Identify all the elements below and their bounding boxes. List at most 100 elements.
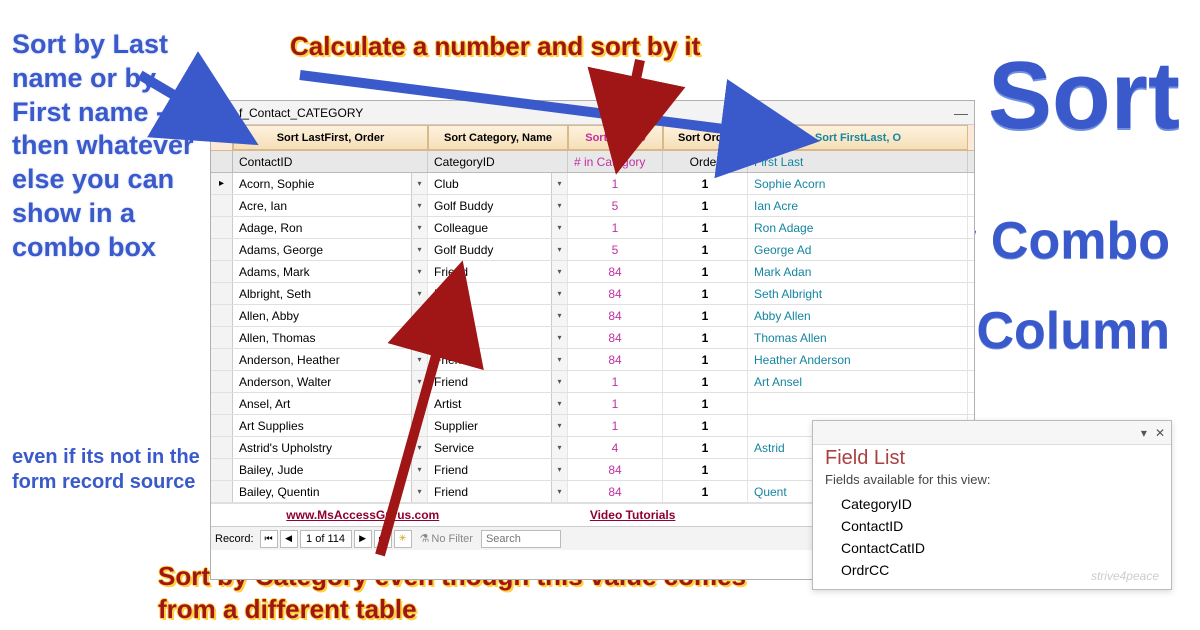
cell-category[interactable]: Friend▾ — [428, 349, 568, 370]
cell-order[interactable]: 1 — [663, 459, 748, 480]
cell-order[interactable]: 1 — [663, 393, 748, 414]
chevron-down-icon[interactable]: ▾ — [411, 393, 427, 414]
nav-prev-button[interactable]: ◀ — [280, 530, 298, 548]
chevron-down-icon[interactable]: ▾ — [551, 459, 567, 480]
chevron-down-icon[interactable]: ▾ — [551, 195, 567, 216]
cell-category[interactable]: Friend▾ — [428, 261, 568, 282]
nav-new-button[interactable]: ✳ — [394, 530, 412, 548]
cell-contact[interactable]: Allen, Thomas▾ — [233, 327, 428, 348]
nav-first-button[interactable]: ⏮ — [260, 530, 278, 548]
nav-next-button[interactable]: ▶ — [354, 530, 372, 548]
row-selector[interactable] — [211, 239, 233, 260]
sort-catco-button[interactable]: Sort Cat Co — [568, 125, 663, 150]
chevron-down-icon[interactable]: ▾ — [551, 327, 567, 348]
chevron-down-icon[interactable]: ▾ — [411, 217, 427, 238]
row-selector[interactable] — [211, 195, 233, 216]
table-row[interactable]: Adams, Mark▾Friend▾841Mark Adan — [211, 261, 974, 283]
window-minimize-icon[interactable]: — — [954, 105, 968, 121]
cell-order[interactable]: 1 — [663, 173, 748, 194]
chevron-down-icon[interactable]: ▾ — [551, 261, 567, 282]
cell-order[interactable]: 1 — [663, 283, 748, 304]
chevron-down-icon[interactable]: ▾ — [551, 305, 567, 326]
cell-contact[interactable]: Art Supplies▾ — [233, 415, 428, 436]
chevron-down-icon[interactable]: ▾ — [551, 393, 567, 414]
cell-order[interactable]: 1 — [663, 327, 748, 348]
table-row[interactable]: Adams, George▾Golf Buddy▾51George Ad — [211, 239, 974, 261]
chevron-down-icon[interactable]: ▾ — [551, 415, 567, 436]
cell-contact[interactable]: Adams, George▾ — [233, 239, 428, 260]
chevron-down-icon[interactable]: ▾ — [411, 415, 427, 436]
cell-order[interactable]: 1 — [663, 371, 748, 392]
row-selector[interactable] — [211, 349, 233, 370]
chevron-down-icon[interactable]: ▾ — [411, 327, 427, 348]
cell-category[interactable]: Golf Buddy▾ — [428, 195, 568, 216]
chevron-down-icon[interactable]: ▾ — [411, 459, 427, 480]
table-row[interactable]: Anderson, Heather▾Friend▾841Heather Ande… — [211, 349, 974, 371]
chevron-down-icon[interactable]: ▾ — [551, 349, 567, 370]
nav-position-input[interactable] — [300, 530, 352, 548]
chevron-down-icon[interactable]: ▾ — [411, 283, 427, 304]
chevron-down-icon[interactable]: ▾ — [411, 173, 427, 194]
chevron-down-icon[interactable]: ▾ — [411, 305, 427, 326]
table-row[interactable]: Allen, Abby▾Friend▾841Abby Allen — [211, 305, 974, 327]
cell-order[interactable]: 1 — [663, 415, 748, 436]
cell-contact[interactable]: Anderson, Walter▾ — [233, 371, 428, 392]
chevron-down-icon[interactable]: ▾ — [551, 173, 567, 194]
cell-contact[interactable]: Acre, Ian▾ — [233, 195, 428, 216]
cell-order[interactable]: 1 — [663, 305, 748, 326]
row-selector-header[interactable] — [211, 151, 233, 172]
cell-category[interactable]: Service▾ — [428, 437, 568, 458]
field-list-item[interactable]: CategoryID — [813, 493, 1171, 515]
nav-last-button[interactable]: ⏭ — [374, 530, 392, 548]
chevron-down-icon[interactable]: ▾ — [411, 195, 427, 216]
sort-order-button[interactable]: Sort Order — [663, 125, 748, 150]
nav-search-input[interactable] — [481, 530, 561, 548]
cell-category[interactable]: Friend▾ — [428, 283, 568, 304]
cell-category[interactable]: Supplier▾ — [428, 415, 568, 436]
cell-category[interactable]: Colleague▾ — [428, 217, 568, 238]
cell-contact[interactable]: Adage, Ron▾ — [233, 217, 428, 238]
chevron-down-icon[interactable]: ▾ — [411, 349, 427, 370]
table-row[interactable]: Allen, Thomas▾Friend▾841Thomas Allen — [211, 327, 974, 349]
col-numincategory[interactable]: # in Category — [568, 151, 663, 172]
chevron-down-icon[interactable]: ▾ — [551, 481, 567, 502]
cell-category[interactable]: Golf Buddy▾ — [428, 239, 568, 260]
sort-category-button[interactable]: Sort Category, Name — [428, 125, 568, 150]
cell-category[interactable]: Artist▾ — [428, 393, 568, 414]
table-row[interactable]: ▸Acorn, Sophie▾Club▾11Sophie Acorn — [211, 173, 974, 195]
footer-link-video[interactable]: Video Tutorials — [590, 508, 676, 522]
table-row[interactable]: Adage, Ron▾Colleague▾11Ron Adage — [211, 217, 974, 239]
cell-order[interactable]: 1 — [663, 195, 748, 216]
chevron-down-icon[interactable]: ▾ — [411, 261, 427, 282]
cell-category[interactable]: Friend▾ — [428, 327, 568, 348]
col-contactid[interactable]: ContactID — [233, 151, 428, 172]
cell-category[interactable]: Friend▾ — [428, 371, 568, 392]
row-selector[interactable] — [211, 261, 233, 282]
cell-contact[interactable]: Allen, Abby▾ — [233, 305, 428, 326]
row-selector[interactable] — [211, 327, 233, 348]
row-selector[interactable] — [211, 283, 233, 304]
cell-category[interactable]: Friend▾ — [428, 481, 568, 502]
chevron-down-icon[interactable]: ▾ — [411, 239, 427, 260]
field-list-close-icon[interactable]: ✕ — [1155, 426, 1165, 440]
chevron-down-icon[interactable]: ▾ — [551, 371, 567, 392]
table-row[interactable]: Acre, Ian▾Golf Buddy▾51Ian Acre — [211, 195, 974, 217]
cell-contact[interactable]: Astrid's Upholstry▾ — [233, 437, 428, 458]
cell-order[interactable]: 1 — [663, 349, 748, 370]
row-selector[interactable] — [211, 305, 233, 326]
cell-contact[interactable]: Bailey, Quentin▾ — [233, 481, 428, 502]
sort-firstlast-button[interactable]: Sort FirstLast, O — [748, 125, 968, 150]
sort-lastfirst-button[interactable]: Sort LastFirst, Order — [233, 125, 428, 150]
table-row[interactable]: Ansel, Art▾Artist▾11 — [211, 393, 974, 415]
cell-category[interactable]: Friend▾ — [428, 459, 568, 480]
chevron-down-icon[interactable]: ▾ — [551, 217, 567, 238]
row-selector[interactable]: ▸ — [211, 173, 233, 194]
cell-order[interactable]: 1 — [663, 217, 748, 238]
chevron-down-icon[interactable]: ▾ — [551, 437, 567, 458]
cell-contact[interactable]: Albright, Seth▾ — [233, 283, 428, 304]
row-selector[interactable] — [211, 217, 233, 238]
row-selector[interactable] — [211, 481, 233, 502]
cell-contact[interactable]: Ansel, Art▾ — [233, 393, 428, 414]
field-list-item[interactable]: ContactCatID — [813, 537, 1171, 559]
field-list-dropdown-icon[interactable]: ▾ — [1141, 426, 1147, 440]
